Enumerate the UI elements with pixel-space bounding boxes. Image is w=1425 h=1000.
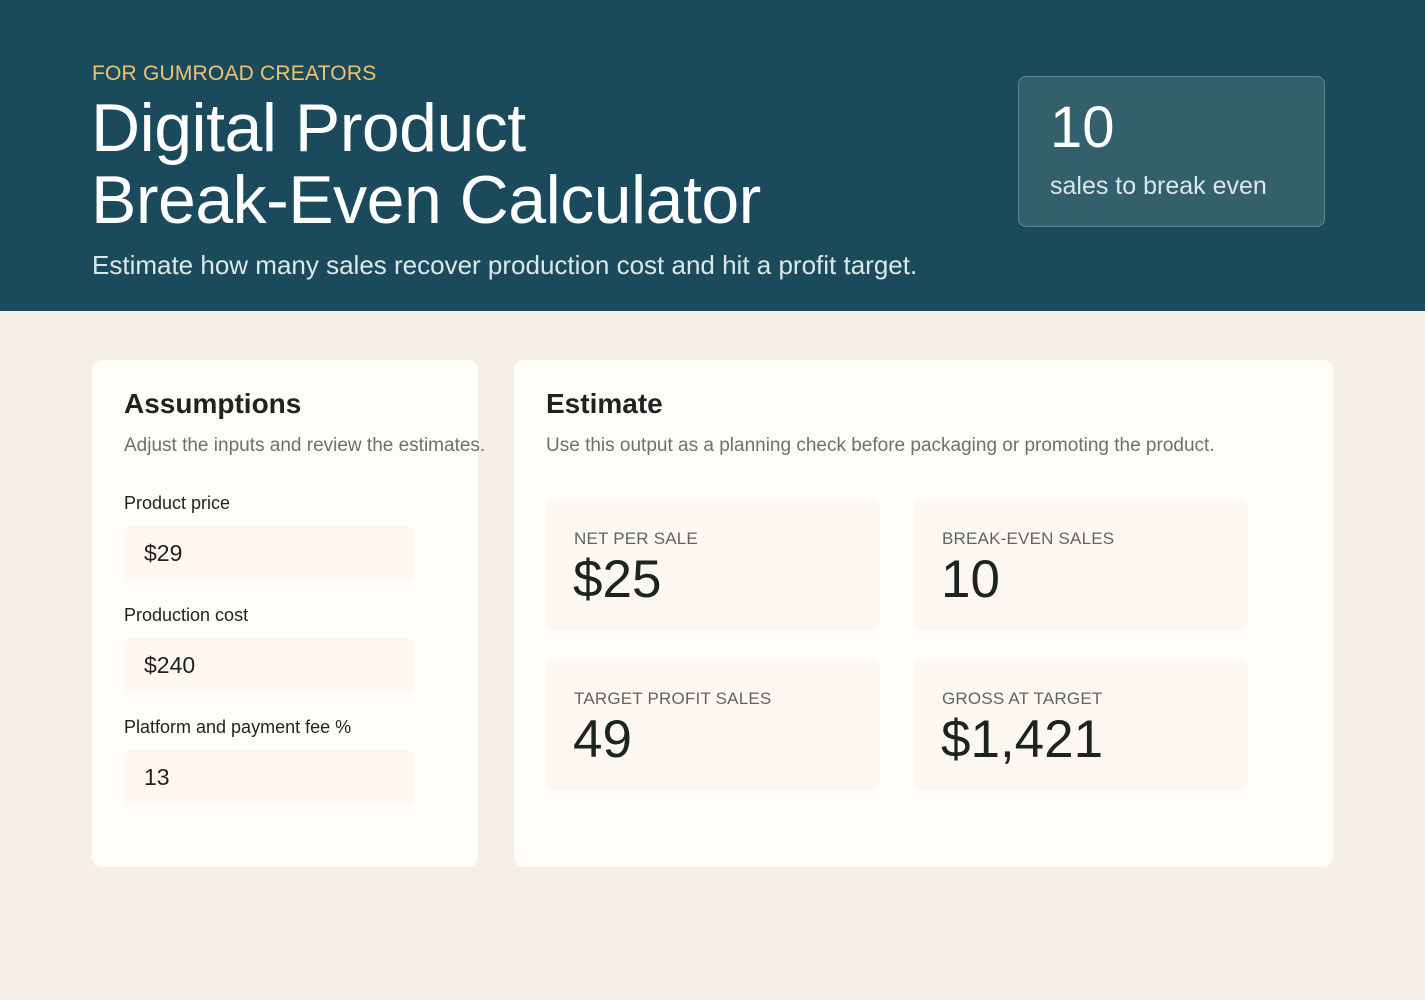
production-cost-input[interactable] (124, 638, 414, 692)
metric-label: NET PER SALE (574, 529, 698, 548)
metric-gross-at-target: GROSS AT TARGET $1,421 (914, 660, 1248, 790)
summary-value: 10 (1050, 95, 1115, 160)
metric-value: 49 (573, 710, 632, 769)
metric-value: $1,421 (941, 710, 1104, 769)
fee-percent-input[interactable] (124, 750, 414, 804)
product-price-label: Product price (124, 493, 231, 513)
metric-target-profit-sales: TARGET PROFIT SALES 49 (546, 660, 880, 790)
fee-percent-label: Platform and payment fee % (124, 717, 352, 737)
estimate-description: Use this output as a planning check befo… (546, 435, 1215, 456)
metric-label: BREAK-EVEN SALES (942, 529, 1115, 548)
assumptions-title: Assumptions (124, 388, 302, 419)
summary-label: sales to break even (1050, 172, 1267, 200)
estimate-panel: Estimate Use this output as a planning c… (514, 360, 1333, 867)
page-title-line-1: Digital Product (91, 90, 526, 166)
assumptions-description: Adjust the inputs and review the estimat… (124, 435, 486, 456)
metric-net-per-sale: NET PER SALE $25 (546, 500, 880, 630)
assumptions-panel: Assumptions Adjust the inputs and review… (92, 360, 485, 867)
page-subtitle: Estimate how many sales recover producti… (92, 250, 918, 280)
eyebrow-label: FOR GUMROAD CREATORS (92, 62, 377, 85)
metric-value: $25 (573, 550, 662, 609)
metric-break-even-sales: BREAK-EVEN SALES 10 (914, 500, 1248, 630)
product-price-input[interactable] (124, 526, 414, 580)
page-title-line-2: Break-Even Calculator (91, 162, 761, 238)
metric-label: TARGET PROFIT SALES (574, 689, 772, 708)
page-header: FOR GUMROAD CREATORS Digital Product Bre… (0, 0, 1425, 311)
break-even-summary-card: 10 sales to break even (1018, 76, 1325, 227)
page-title: Digital Product Break-Even Calculator (91, 92, 761, 236)
production-cost-label: Production cost (124, 605, 249, 625)
metric-value: 10 (941, 550, 1000, 609)
estimate-title: Estimate (546, 388, 663, 419)
metric-label: GROSS AT TARGET (942, 689, 1103, 708)
